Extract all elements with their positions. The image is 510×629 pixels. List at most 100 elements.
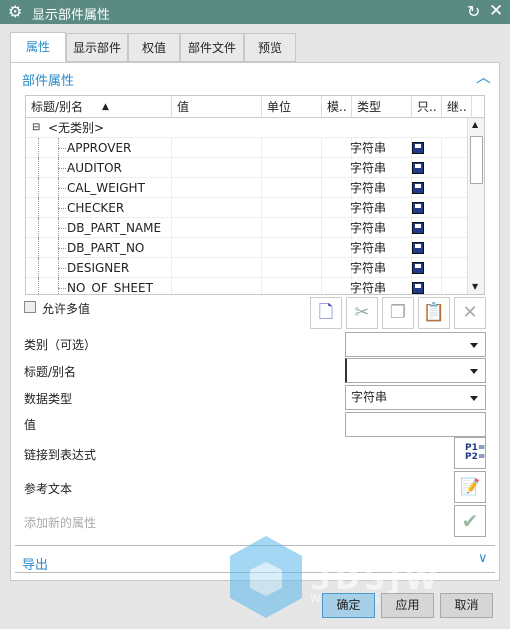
column-header-value[interactable]: 值 xyxy=(172,96,262,118)
cell xyxy=(322,258,352,278)
datatype-dropdown[interactable]: 字符串 xyxy=(345,385,486,410)
save-disk-icon xyxy=(412,242,424,254)
column-header-inherit[interactable]: 继.. xyxy=(442,96,472,118)
cell xyxy=(172,138,262,158)
add-new-property-label: 添加新的属性 xyxy=(24,516,97,530)
table-row[interactable]: CAL_WEIGHT 字符串 xyxy=(26,178,467,198)
edit-text-icon[interactable]: 📝 xyxy=(454,471,486,503)
cell xyxy=(262,158,322,178)
cell xyxy=(26,278,172,294)
export-section-title[interactable]: 导出 xyxy=(22,554,48,573)
cell xyxy=(322,198,352,218)
reset-icon[interactable]: ↻ xyxy=(467,2,480,21)
new-icon[interactable]: 🗋 xyxy=(310,297,342,329)
collapse-icon[interactable]: ⊟ xyxy=(32,118,40,138)
cell xyxy=(26,138,172,158)
cell xyxy=(26,238,172,258)
close-icon[interactable]: ✕ xyxy=(489,1,503,21)
row-type: 字符串 xyxy=(350,281,387,295)
properties-table: 标题/别名 ▲ 值 单位 模.. 类型 只.. 继.. ⊟ <无类别> APPRO… xyxy=(25,95,485,295)
table-row[interactable]: AUDITOR 字符串 xyxy=(26,158,467,178)
save-disk-icon xyxy=(412,162,424,174)
row-type: 字符串 xyxy=(350,241,387,255)
cell xyxy=(262,218,322,238)
chevron-up-icon[interactable]: ︿ xyxy=(476,66,491,87)
scroll-up-icon[interactable]: ▲ xyxy=(472,120,478,129)
cut-icon[interactable]: ✂ xyxy=(346,297,378,329)
row-type: 字符串 xyxy=(350,141,387,155)
row-type: 字符串 xyxy=(350,201,387,215)
cell xyxy=(26,218,172,238)
row-type: 字符串 xyxy=(350,221,387,235)
row-type: 字符串 xyxy=(350,261,387,275)
allow-multi-label: 允许多值 xyxy=(42,302,91,316)
chevron-down-icon[interactable]: ∨ xyxy=(478,551,488,566)
copy-icon[interactable]: ❐ xyxy=(382,297,414,329)
tab-properties[interactable]: 属性 xyxy=(10,32,66,63)
allow-multi-checkbox[interactable] xyxy=(24,301,36,313)
cell xyxy=(322,238,352,258)
watermark-logo xyxy=(228,534,304,620)
cell xyxy=(26,178,172,198)
datatype-label: 数据类型 xyxy=(24,392,73,406)
table-row[interactable]: DESIGNER 字符串 xyxy=(26,258,467,278)
column-header-mode[interactable]: 模.. xyxy=(322,96,352,118)
cell xyxy=(262,278,322,294)
cell xyxy=(172,278,262,294)
table-row[interactable]: DB_PART_NAME 字符串 xyxy=(26,218,467,238)
cell xyxy=(322,278,352,294)
row-type: 字符串 xyxy=(350,161,387,175)
group-row[interactable]: ⊟ <无类别> xyxy=(26,118,467,138)
cell xyxy=(26,198,172,218)
cell xyxy=(172,178,262,198)
link-expression-label: 链接到表达式 xyxy=(24,448,97,462)
table-row[interactable]: APPROVER 字符串 xyxy=(26,138,467,158)
delete-icon[interactable]: ✕ xyxy=(454,297,486,329)
cancel-button[interactable]: 取消 xyxy=(440,593,493,618)
save-disk-icon xyxy=(412,222,424,234)
tab-part-file[interactable]: 部件文件 xyxy=(180,33,244,62)
tab-display-part[interactable]: 显示部件 xyxy=(66,33,128,62)
section-title[interactable]: 部件属性 xyxy=(22,70,74,89)
tab-preview[interactable]: 预览 xyxy=(244,33,296,62)
cell xyxy=(322,178,352,198)
group-label: <无类别> xyxy=(48,121,105,135)
save-disk-icon xyxy=(412,202,424,214)
scroll-down-icon[interactable]: ▼ xyxy=(472,282,478,291)
tab-weight[interactable]: 权值 xyxy=(128,33,180,62)
cell xyxy=(26,258,172,278)
category-dropdown[interactable] xyxy=(345,332,486,357)
gear-icon[interactable]: ⚙ xyxy=(8,2,22,21)
column-label: 标题/别名 xyxy=(31,100,84,114)
column-header-unit[interactable]: 单位 xyxy=(262,96,322,118)
row-type: 字符串 xyxy=(350,181,387,195)
column-header-readonly[interactable]: 只.. xyxy=(412,96,442,118)
cell xyxy=(262,258,322,278)
cell xyxy=(172,258,262,278)
paste-icon[interactable]: 📋 xyxy=(418,297,450,329)
ok-button[interactable]: 确定 xyxy=(322,593,375,618)
table-row[interactable]: CHECKER 字符串 xyxy=(26,198,467,218)
cell xyxy=(262,198,322,218)
value-input[interactable] xyxy=(345,412,486,437)
cell xyxy=(172,158,262,178)
cell xyxy=(26,158,172,178)
cell xyxy=(262,178,322,198)
window-title: 显示部件属性 xyxy=(32,8,111,23)
checkmark-icon[interactable]: ✔ xyxy=(454,505,486,537)
column-header-type[interactable]: 类型 xyxy=(352,96,412,118)
vertical-scrollbar[interactable]: ▲ ▼ xyxy=(467,118,484,294)
apply-button[interactable]: 应用 xyxy=(381,593,434,618)
cell xyxy=(262,238,322,258)
column-header-title[interactable]: 标题/别名 ▲ xyxy=(26,96,172,118)
cell xyxy=(262,138,322,158)
link-expression-icon[interactable]: P1= P2= xyxy=(454,437,486,469)
title-bar: ⚙ 显示部件属性 ↻ ✕ xyxy=(0,0,510,24)
cell xyxy=(322,158,352,178)
column-header-filler xyxy=(472,96,484,118)
title-combobox[interactable] xyxy=(345,358,486,383)
table-row[interactable]: DB_PART_NO 字符串 xyxy=(26,238,467,258)
table-row[interactable]: NO_OF_SHEET 字符串 xyxy=(26,278,467,295)
scrollbar-thumb[interactable] xyxy=(470,136,483,184)
sort-ascending-icon: ▲ xyxy=(102,102,109,112)
